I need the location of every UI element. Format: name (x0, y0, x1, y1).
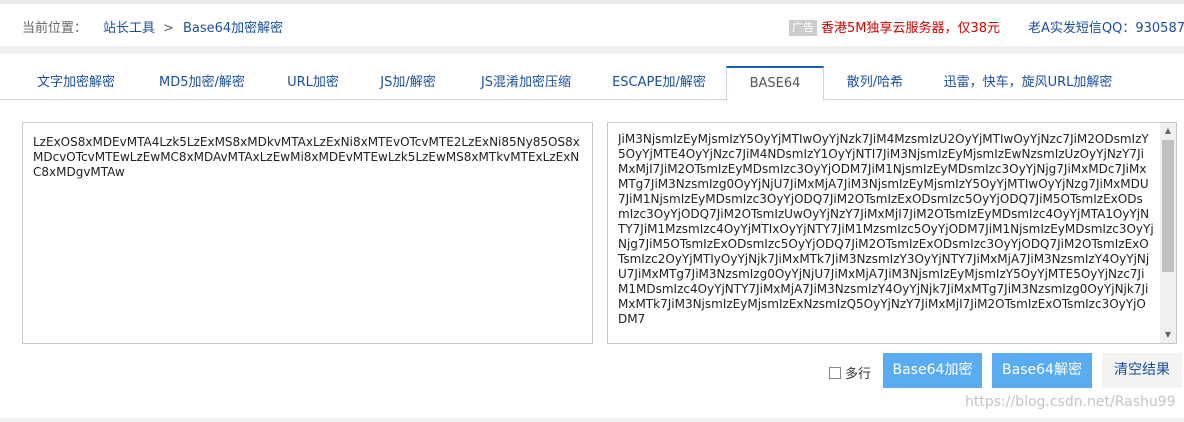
breadcrumb-current[interactable]: Base64加密解密 (183, 21, 283, 36)
main-panel: 文字加密解密 MD5加密/解密 URL加密 JS加/解密 JS混淆加密压缩 ES… (0, 54, 1184, 418)
tab-thunder-url[interactable]: 迅雷，快车，旋风URL加解密 (930, 66, 1126, 100)
tab-js[interactable]: JS加/解密 (364, 66, 452, 100)
tab-base64[interactable]: BASE64 (726, 66, 824, 101)
scroll-down-icon[interactable]: ▼ (1160, 327, 1176, 343)
scroll-up-icon[interactable]: ▲ (1160, 123, 1176, 139)
tab-hash[interactable]: 散列/哈希 (832, 66, 918, 100)
multiline-label: 多行 (845, 367, 872, 382)
tab-text-encrypt[interactable]: 文字加密解密 (22, 66, 130, 100)
multiline-checkbox[interactable] (829, 367, 841, 379)
breadcrumb-separator: > (163, 21, 174, 36)
contact-qq-link[interactable]: 老A实发短信QQ：930587 (1028, 17, 1184, 36)
page-header: 当前位置： 站长工具 > Base64加密解密 广告 香港5M独享云服务器，仅38元 老… (0, 4, 1184, 46)
base64-decode-button[interactable]: Base64解密 (992, 353, 1092, 388)
base64-encode-button[interactable]: Base64加密 (883, 353, 982, 388)
ad-tag: 广告 (789, 20, 817, 36)
ad-banner[interactable]: 广告 香港5M独享云服务器，仅38元 (789, 17, 1000, 36)
breadcrumb: 当前位置： 站长工具 > Base64加密解密 (22, 17, 283, 36)
tool-tabs: 文字加密解密 MD5加密/解密 URL加密 JS加/解密 JS混淆加密压缩 ES… (0, 66, 1184, 101)
scroll-thumb[interactable] (1162, 140, 1174, 272)
tab-js-obfuscate[interactable]: JS混淆加密压缩 (464, 66, 588, 100)
tab-escape[interactable]: ESCAPE加/解密 (600, 66, 718, 100)
input-textarea[interactable]: LzExOS8xMDEvMTA4Lzk5LzExMS8xMDkvMTAxLzEx… (22, 122, 593, 344)
input-text: LzExOS8xMDEvMTA4Lzk5LzExMS8xMDkvMTAxLzEx… (33, 135, 580, 179)
output-text: JiM3NjsmIzEyMjsmIzY5OyYjMTIwOyYjNzk7JiM4… (618, 132, 1154, 326)
output-textarea[interactable]: JiM3NjsmIzEyMjsmIzY5OyYjMTIwOyYjNzk7JiM4… (607, 122, 1177, 344)
tab-url[interactable]: URL加密 (274, 66, 352, 100)
multiline-option[interactable]: 多行 (829, 363, 871, 382)
tab-md5[interactable]: MD5加密/解密 (142, 66, 262, 100)
ad-link[interactable]: 香港5M独享云服务器，仅38元 (821, 21, 1000, 36)
breadcrumb-prefix: 当前位置： (22, 21, 88, 36)
output-scrollbar[interactable]: ▲ ▼ (1160, 123, 1176, 343)
breadcrumb-tools-link[interactable]: 站长工具 (103, 21, 155, 36)
watermark: https://blog.csdn.net/Rashu99 (965, 394, 1176, 410)
clear-result-button[interactable]: 清空结果 (1102, 353, 1182, 388)
